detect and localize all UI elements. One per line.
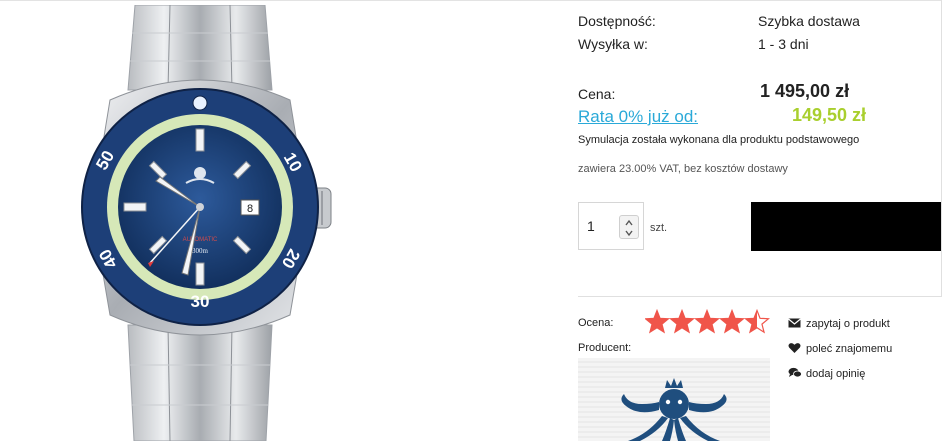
producer-label: Producent: bbox=[578, 342, 632, 354]
top-border bbox=[0, 0, 942, 1]
rating-stars[interactable] bbox=[645, 309, 771, 335]
envelope-icon bbox=[788, 318, 801, 328]
svg-text:AUTOMATIC: AUTOMATIC bbox=[183, 237, 218, 243]
ask-about-product-label: zapytaj o produkt bbox=[806, 318, 890, 330]
section-divider bbox=[578, 296, 942, 297]
rating-star[interactable] bbox=[694, 309, 720, 334]
installment-link[interactable]: Rata 0% już od: bbox=[578, 107, 698, 127]
quantity-field[interactable]: 1 bbox=[578, 202, 644, 250]
shipping-value: 1 - 3 dni bbox=[758, 36, 809, 52]
comments-icon bbox=[788, 367, 802, 378]
octopus-logo-icon bbox=[621, 378, 727, 441]
quantity-unit: szt. bbox=[650, 222, 668, 234]
rating-star[interactable] bbox=[669, 309, 695, 334]
heart-icon bbox=[788, 343, 801, 353]
availability-label: Dostępność: bbox=[578, 13, 656, 29]
vat-note: zawiera 23.00% VAT, bez kosztów dostawy bbox=[578, 163, 788, 175]
rating-label: Ocena: bbox=[578, 317, 614, 329]
availability-value: Szybka dostawa bbox=[758, 13, 860, 29]
installment-note: Symulacja została wykonana dla produktu … bbox=[578, 134, 860, 146]
producer-logo[interactable] bbox=[578, 358, 770, 441]
chevron-down-icon[interactable] bbox=[624, 228, 634, 238]
svg-text:8: 8 bbox=[247, 203, 253, 215]
add-to-cart-button[interactable] bbox=[751, 202, 942, 251]
installment-value: 149,50 zł bbox=[792, 105, 867, 125]
chevron-up-icon[interactable] bbox=[624, 218, 634, 228]
shipping-label: Wysyłka w: bbox=[578, 36, 648, 52]
rating-star[interactable] bbox=[744, 309, 770, 334]
quantity-input[interactable]: 1 bbox=[587, 218, 617, 234]
price-label: Cena: bbox=[578, 86, 616, 102]
svg-text:30: 30 bbox=[191, 292, 210, 311]
quantity-stepper[interactable] bbox=[619, 215, 639, 239]
rating-star[interactable] bbox=[719, 309, 745, 334]
add-review-label: dodaj opinię bbox=[806, 368, 866, 380]
rating-star[interactable] bbox=[645, 309, 670, 334]
product-image[interactable]: 50 40 30 20 10 8 AUTOMATIC 300m bbox=[40, 4, 400, 442]
svg-text:300m: 300m bbox=[192, 247, 209, 255]
recommend-label: poleć znajomemu bbox=[806, 343, 893, 355]
watch-image: 50 40 30 20 10 8 AUTOMATIC 300m bbox=[81, 4, 332, 442]
price-value: 1 495,00 zł bbox=[760, 81, 850, 101]
